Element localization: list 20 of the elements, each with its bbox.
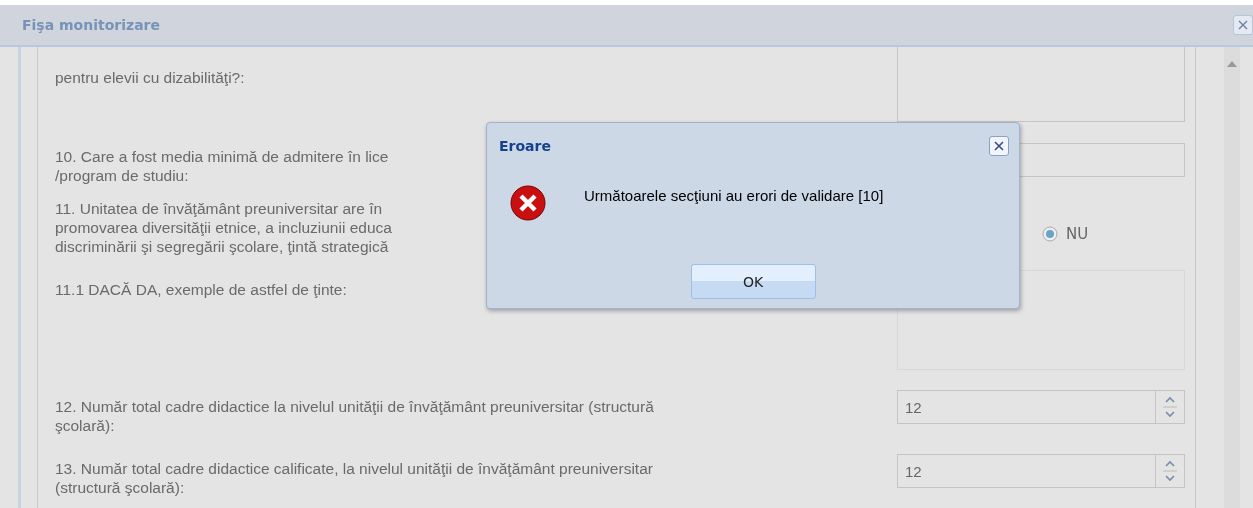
radio-icon: [1042, 226, 1058, 242]
question-label: pentru elevii cu dizabilităţi?:: [55, 68, 245, 88]
window-title: Fişa monitorizare: [22, 17, 160, 33]
scrollbar[interactable]: [1224, 47, 1240, 508]
question-label: 11.1 DACĂ DA, exemple de astfel de ţinte:: [55, 280, 347, 300]
question-label: 13. Număr total cadre didactice calificate, la nivelul unităţii de învăţământ preuniversitar (structură şcolară):: [55, 459, 653, 498]
close-button[interactable]: [989, 136, 1009, 156]
close-icon: [1238, 20, 1248, 30]
text-area[interactable]: [897, 47, 1185, 122]
question-label: 12. Număr total cadre didactice la nivelul unităţii de învăţământ preuniversitar (structură şcolară):: [55, 397, 654, 436]
close-button[interactable]: [1233, 15, 1253, 35]
scroll-up-icon[interactable]: [1227, 61, 1237, 67]
question-label: 11. Unitatea de învăţământ preuniversitar are în promovarea diversităţii etnice, a incluziunii educa discriminării şi segregării şcolare, ţintă strategică: [55, 199, 392, 257]
dialog-title: Eroare: [499, 138, 551, 154]
ok-button[interactable]: OK: [690, 264, 816, 299]
radio-button[interactable]: NU: [1042, 225, 1089, 243]
error-message: Următoarele secţiuni au erori de validare [10]: [584, 186, 884, 204]
question-label: 10. Care a fost media minimă de admitere în lice /program de studiu:: [55, 147, 389, 186]
error-icon: [510, 185, 546, 221]
close-icon: [994, 141, 1004, 151]
